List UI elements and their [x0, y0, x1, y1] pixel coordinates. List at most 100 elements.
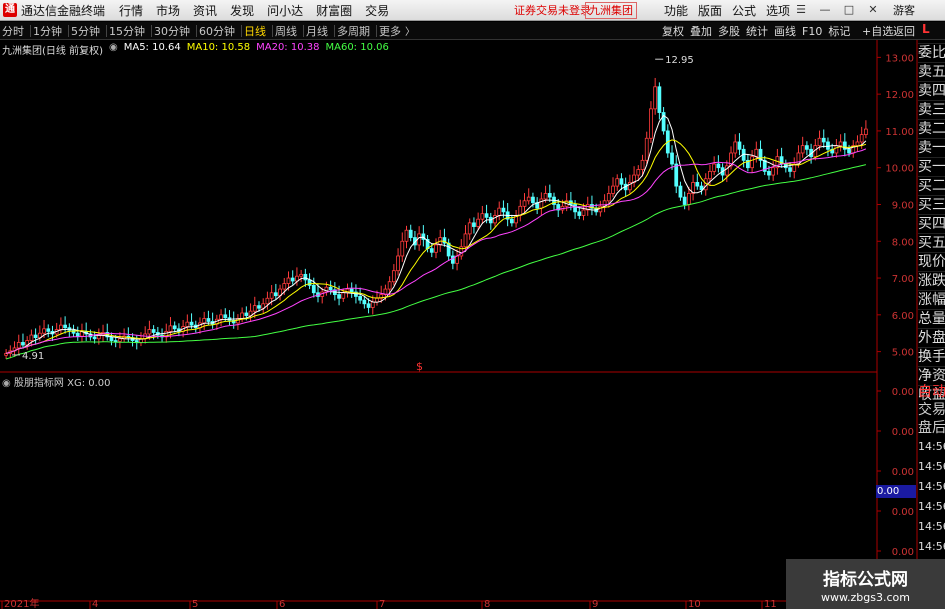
chart-legend: 九洲集团(日线 前复权) ◉ MA5: 10.64 MA10: 10.58 MA…	[2, 42, 389, 57]
quote-row-16: 换手	[918, 347, 945, 365]
duogu-button[interactable]: 多股	[718, 23, 740, 39]
more-arrow-icon[interactable]: 〉	[405, 23, 415, 38]
candle-body-70	[299, 273, 304, 277]
price-tick-4: 9.00	[892, 200, 914, 211]
tab-fenshi[interactable]: 分时	[2, 23, 24, 39]
menu-xuanxiang[interactable]: 选项	[766, 2, 790, 19]
candle-body-39	[168, 325, 173, 332]
date-tick-3: 6	[279, 599, 285, 609]
menu-gongneng[interactable]: 功能	[664, 2, 688, 19]
menu-caifuquan[interactable]: 财富圈	[316, 2, 352, 19]
login-status[interactable]: 证券交易未登录	[514, 2, 591, 18]
candle-body-150	[636, 169, 641, 176]
stock-tab[interactable]: 九洲集团	[585, 2, 637, 19]
candle-body-63	[269, 292, 274, 299]
quote-row-7: 买二	[918, 176, 945, 194]
candle-body-152	[644, 137, 649, 161]
tab-15min[interactable]: 15分钟	[109, 23, 145, 39]
candle-body-128	[543, 193, 548, 200]
tab-60min[interactable]: 60分钟	[199, 23, 235, 39]
app-logo-icon: 通	[3, 3, 17, 17]
guest-label[interactable]: 游客	[893, 2, 915, 18]
candle-body-181	[767, 170, 771, 176]
candle-body-194	[821, 137, 826, 143]
huaxian-button[interactable]: 画线	[774, 23, 796, 39]
menu-zixun[interactable]: 资讯	[193, 2, 217, 19]
diejia-button[interactable]: 叠加	[690, 23, 712, 39]
candle-body-94	[400, 240, 405, 257]
tab-monthly[interactable]: 月线	[306, 23, 328, 39]
candle-body-160	[678, 185, 683, 198]
candle-body-158	[670, 152, 674, 165]
level-badge: L	[922, 22, 930, 36]
indicator-legend: ◉ 股朋指标网 XG: 0.00	[2, 374, 111, 389]
candle-body-4	[21, 342, 25, 346]
quote-row-5: 卖一	[918, 138, 945, 156]
candle-body-161	[682, 196, 687, 205]
price-tick-7: 6.00	[892, 311, 914, 322]
candle-body-169	[716, 163, 721, 169]
menu-faxian[interactable]: 发现	[230, 2, 254, 19]
candle-body-34	[147, 329, 152, 335]
candle-body-174	[737, 141, 742, 150]
ind-tick-0: 0.00	[892, 387, 914, 398]
chart-grid	[0, 40, 918, 609]
candle-body-120	[509, 218, 514, 224]
tab-weekly[interactable]: 周线	[275, 23, 297, 39]
date-tick-1: 4	[92, 599, 98, 609]
indicator-eye-icon[interactable]: ◉	[2, 378, 11, 389]
menu-hangqing[interactable]: 行情	[119, 2, 143, 19]
kline-chart[interactable]: 13.00 12.00 11.00 10.00 9.00 8.00 7.00 6.00 5.00…	[0, 40, 945, 609]
legend-eye-icon[interactable]: ◉	[109, 42, 118, 57]
candle-body-177	[750, 156, 754, 169]
menu-banmian[interactable]: 版面	[698, 2, 722, 19]
indicator-value-box: 0.00	[876, 485, 916, 498]
tab-30min[interactable]: 30分钟	[154, 23, 190, 39]
menu-gongshi[interactable]: 公式	[732, 2, 756, 19]
quote-row-3: 卖三	[918, 100, 945, 118]
price-tick-3: 10.00	[885, 164, 914, 175]
candle-body-168	[712, 163, 717, 172]
maximize-icon[interactable]: □	[840, 2, 858, 18]
biaoji-button[interactable]: 标记	[828, 23, 850, 39]
menu-wenxiaoda[interactable]: 问小达	[267, 2, 303, 19]
tab-daily[interactable]: 日线	[244, 23, 266, 39]
candle-body-40	[172, 325, 177, 330]
legend-ma5: MA5: 10.64	[123, 42, 181, 53]
candle-body-110	[467, 222, 472, 235]
fuquan-button[interactable]: 复权	[662, 23, 684, 39]
candle-body-112	[476, 218, 481, 227]
candle-body-92	[391, 270, 396, 283]
add-watchlist-button[interactable]: +自选	[862, 23, 893, 39]
candle-body-136	[577, 211, 582, 216]
skin-icon[interactable]: ☰	[792, 2, 810, 18]
candle-body-200	[847, 148, 851, 154]
trade-row-0[interactable]: 自动	[918, 383, 945, 401]
candle-body-137	[581, 209, 586, 216]
watermark-title: 指标公式网	[823, 570, 908, 590]
minimize-icon[interactable]: —	[816, 2, 834, 18]
high-label: 12.95	[665, 55, 694, 66]
period-bar: 分时 1分钟 5分钟 15分钟 30分钟 60分钟 日线 周线 月线 多周期 更…	[0, 22, 945, 40]
candle-body-143	[606, 193, 611, 202]
candle-body-52	[223, 314, 228, 319]
tab-1min[interactable]: 1分钟	[33, 23, 62, 39]
menu-jiaoyi[interactable]: 交易	[365, 2, 389, 19]
close-icon[interactable]: ✕	[864, 2, 882, 18]
tab-more[interactable]: 更多	[379, 23, 401, 39]
candle-body-125	[531, 196, 535, 204]
candle-body-17	[75, 332, 80, 337]
ind-tick-4: 0.00	[892, 547, 914, 558]
price-tick-5: 8.00	[892, 237, 914, 248]
back-button[interactable]: 返回	[893, 23, 915, 39]
candle-body-93	[396, 255, 400, 272]
f10-button[interactable]: F10	[802, 25, 822, 38]
date-tick-5: 8	[484, 599, 490, 609]
tab-5min[interactable]: 5分钟	[71, 23, 100, 39]
tongji-button[interactable]: 统计	[746, 23, 768, 39]
candle-body-198	[838, 141, 843, 147]
menu-shichang[interactable]: 市场	[156, 2, 180, 19]
candle-body-151	[640, 159, 645, 170]
candle-body-155	[657, 86, 662, 113]
tab-multi-period[interactable]: 多周期	[337, 23, 370, 39]
